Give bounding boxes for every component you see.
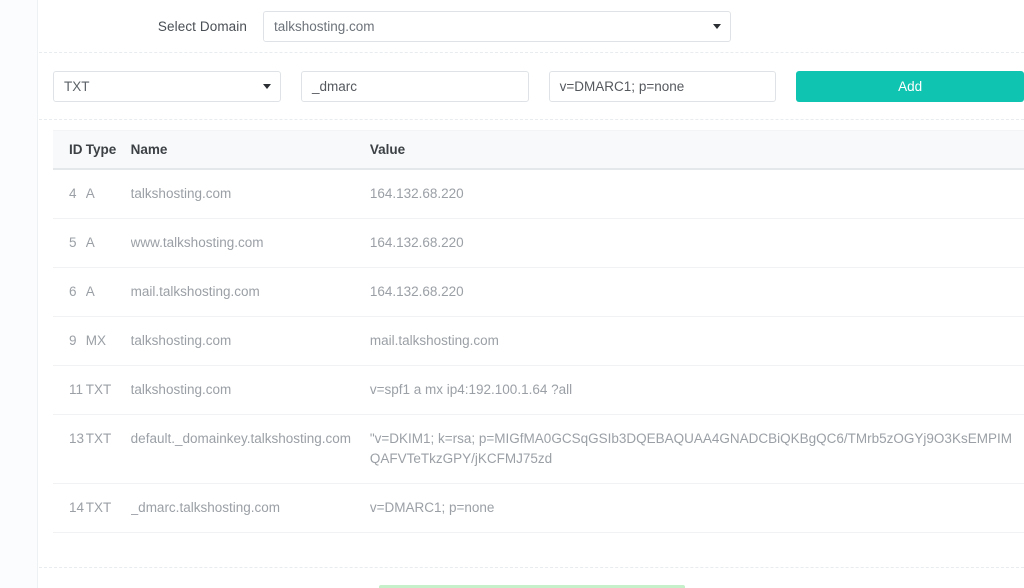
select-domain-wrapper[interactable]: talkshosting.com [263,10,731,42]
cell-id: 5 [53,218,86,268]
chevron-down-icon [713,24,721,29]
cell-type: TXT [85,414,131,484]
cell-value: "v=DKIM1; k=rsa; p=MIGfMA0GCSqGSIb3DQEBA… [369,414,1024,484]
cell-type: TXT [85,365,131,415]
cell-id: 6 [53,267,86,317]
table-row[interactable]: 14 TXT _dmarc.talkshosting.com v=DMARC1;… [53,483,1024,533]
records-table-wrapper: ID Type Name Value 4 A talkshosting.com … [39,120,1024,567]
cell-name: www.talkshosting.com [130,218,370,268]
cell-value: v=spf1 a mx ip4:192.100.1.64 ?all [369,365,1024,415]
cell-name: talkshosting.com [130,169,370,219]
cell-value: 164.132.68.220 [369,267,1024,317]
select-domain-row: Select Domain talkshosting.com [39,0,1024,52]
cell-value: v=DMARC1; p=none [369,483,1024,533]
add-record-form: TXT _dmarc v=DMARC1; p=none Add [39,53,1024,119]
column-header-type: Type [85,130,131,170]
cell-name: default._domainkey.talkshosting.com [130,414,370,484]
table-bottom-spacer [53,533,1024,567]
cell-name: talkshosting.com [130,365,370,415]
cell-type: A [85,267,131,317]
table-row[interactable]: 6 A mail.talkshosting.com 164.132.68.220 [53,267,1024,317]
table-row[interactable]: 13 TXT default._domainkey.talkshosting.c… [53,414,1024,484]
record-type-wrapper[interactable]: TXT [53,70,281,102]
cell-value: 164.132.68.220 [369,218,1024,268]
column-header-value: Value [369,130,1024,170]
cell-name: mail.talkshosting.com [130,267,370,317]
record-name-input[interactable]: _dmarc [301,70,529,102]
page-left-gutter [0,0,38,588]
dns-records-page: Select Domain talkshosting.com TXT _dmar… [0,0,1024,588]
table-row[interactable]: 5 A www.talkshosting.com 164.132.68.220 [53,218,1024,268]
table-header-row: ID Type Name Value [53,130,1024,170]
cell-type: A [85,218,131,268]
records-table: ID Type Name Value 4 A talkshosting.com … [53,130,1024,533]
cell-id: 11 [53,365,86,415]
table-row[interactable]: 11 TXT talkshosting.com v=spf1 a mx ip4:… [53,365,1024,415]
select-domain-dropdown[interactable]: talkshosting.com [263,10,731,42]
cell-type: TXT [85,483,131,533]
table-row[interactable]: 9 MX talkshosting.com mail.talkshosting.… [53,316,1024,366]
chevron-down-icon [263,84,271,89]
record-type-select[interactable]: TXT [53,70,281,102]
record-value-input[interactable]: v=DMARC1; p=none [548,70,777,102]
add-record-button[interactable]: Add [796,70,1024,102]
cell-value: mail.talkshosting.com [369,316,1024,366]
cell-name: talkshosting.com [130,316,370,366]
records-table-body: 4 A talkshosting.com 164.132.68.220 5 A … [53,169,1024,533]
cell-name: _dmarc.talkshosting.com [130,483,370,533]
cell-id: 14 [53,483,86,533]
cell-id: 4 [53,169,86,219]
cell-value: 164.132.68.220 [369,169,1024,219]
cell-type: MX [85,316,131,366]
select-domain-label: Select Domain [157,18,247,34]
cell-type: A [85,169,131,219]
column-header-id: ID [53,130,86,170]
cell-id: 13 [53,414,86,484]
column-header-name: Name [130,130,370,170]
cell-id: 9 [53,316,86,366]
alert-zone: Records successfully fetched for talksho… [39,568,1024,588]
records-table-head: ID Type Name Value [53,130,1024,170]
page-content: Select Domain talkshosting.com TXT _dmar… [39,0,1024,588]
table-row[interactable]: 4 A talkshosting.com 164.132.68.220 [53,169,1024,219]
